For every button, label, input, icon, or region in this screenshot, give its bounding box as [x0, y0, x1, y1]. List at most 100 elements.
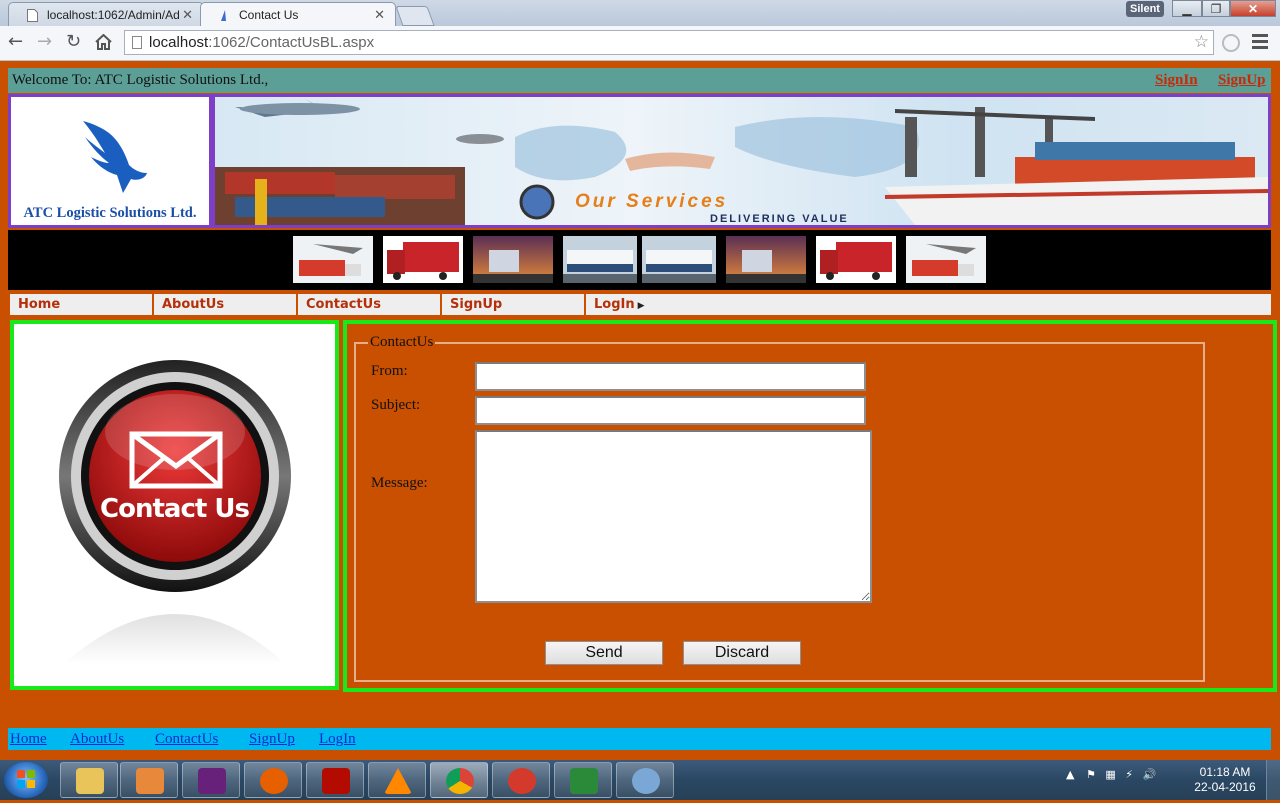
- clock-date: 22-04-2016: [1194, 780, 1256, 794]
- image-strip: [8, 230, 1271, 290]
- browser-tab-contact-us[interactable]: Contact Us ✕: [200, 2, 396, 26]
- nav-item-home[interactable]: Home: [10, 294, 152, 315]
- browser-tab-bar: localhost:1062/Admin/Ad ✕ Contact Us ✕ S…: [0, 0, 1280, 26]
- tab-title: Contact Us: [239, 8, 299, 22]
- show-desktop-button[interactable]: [1266, 760, 1280, 800]
- send-button[interactable]: Send: [545, 641, 663, 665]
- network-icon[interactable]: ▦: [1105, 768, 1115, 781]
- acrobat-icon: [322, 768, 350, 794]
- footer-link-signup[interactable]: SignUp: [249, 728, 295, 750]
- visual-studio-icon: [198, 768, 226, 794]
- url-host: localhost: [149, 34, 209, 51]
- clock-time: 01:18 AM: [1199, 765, 1251, 779]
- windows-taskbar: ▲ ⚑ ▦ ⚡ 🔊 01:18 AM 22-04-2016: [0, 760, 1280, 800]
- firefox-icon: [260, 768, 288, 794]
- contact-image-panel: Contact Us: [10, 320, 339, 690]
- subject-input[interactable]: [475, 396, 866, 425]
- services-banner: Our Services DELIVERING VALUE: [212, 94, 1271, 228]
- chrome-icon: [446, 768, 474, 794]
- close-window-button[interactable]: ✕: [1230, 0, 1276, 17]
- welcome-bar: Welcome To: ATC Logistic Solutions Ltd.,…: [8, 68, 1271, 93]
- signin-link[interactable]: SignIn: [1155, 68, 1198, 93]
- windows-logo-icon: [17, 770, 35, 788]
- thumbnail-plane-truck: [906, 236, 986, 283]
- thumbnail-sunset-truck: [726, 236, 806, 283]
- footer-link-home[interactable]: Home: [10, 728, 47, 750]
- company-logo: ATC Logistic Solutions Ltd.: [8, 94, 212, 228]
- media-player-icon: [136, 768, 164, 794]
- start-button[interactable]: [4, 762, 48, 798]
- nav-item-contactus[interactable]: ContactUs: [298, 294, 440, 315]
- message-textarea[interactable]: [475, 430, 872, 603]
- new-tab-button[interactable]: [395, 6, 435, 26]
- vlc-icon: [384, 768, 412, 794]
- bookmark-star-icon[interactable]: ☆: [1194, 31, 1209, 54]
- thumbnail-red-truck: [383, 236, 463, 283]
- subject-label: Subject:: [371, 397, 421, 413]
- browser-tab-admin[interactable]: localhost:1062/Admin/Ad ✕: [8, 2, 204, 26]
- eagle-logo-icon: [83, 121, 147, 193]
- taskbar-vlc[interactable]: [368, 762, 426, 798]
- submenu-arrow-icon: ▶: [637, 301, 645, 311]
- thumbnail-plane-truck: [293, 236, 373, 283]
- folder-icon: [76, 768, 104, 794]
- message-label: Message:: [371, 475, 428, 491]
- page-icon: [27, 9, 38, 22]
- taskbar-media-player[interactable]: [120, 762, 178, 798]
- taskbar-ccleaner[interactable]: [492, 762, 550, 798]
- extension-icon[interactable]: [1222, 34, 1240, 52]
- favicon-icon: [221, 10, 226, 21]
- system-tray: ▲ ⚑ ▦ ⚡ 🔊: [1066, 768, 1156, 781]
- signup-link[interactable]: SignUp: [1218, 68, 1266, 93]
- taskbar-acrobat[interactable]: [306, 762, 364, 798]
- taskbar-chrome[interactable]: [430, 762, 488, 798]
- user-profile-badge[interactable]: Silent: [1126, 1, 1164, 17]
- taskbar-visual-studio[interactable]: [182, 762, 240, 798]
- ccleaner-icon: [508, 768, 536, 794]
- fieldset-legend: ContactUs: [368, 334, 436, 351]
- forward-arrow-icon[interactable]: →: [37, 32, 52, 52]
- nav-item-signup[interactable]: SignUp: [442, 294, 584, 315]
- thumbnail-white-trucks: [563, 236, 637, 283]
- footer-link-login[interactable]: LogIn: [319, 728, 356, 750]
- reload-icon[interactable]: ↻: [66, 32, 81, 52]
- taskbar-sd-app[interactable]: [554, 762, 612, 798]
- volume-icon[interactable]: 🔊: [1142, 768, 1156, 781]
- discard-button[interactable]: Discard: [683, 641, 801, 665]
- minimize-button[interactable]: ▁: [1172, 0, 1202, 17]
- taskbar-explorer[interactable]: [60, 762, 118, 798]
- nav-item-aboutus[interactable]: AboutUs: [154, 294, 296, 315]
- taskbar-clock[interactable]: 01:18 AM 22-04-2016: [1190, 765, 1260, 795]
- taskbar-firefox[interactable]: [244, 762, 302, 798]
- contact-us-badge-text: Contact Us: [100, 494, 250, 524]
- flag-icon[interactable]: ⚑: [1086, 768, 1096, 781]
- back-arrow-icon[interactable]: ←: [8, 32, 23, 52]
- maximize-button[interactable]: ❐: [1202, 0, 1230, 17]
- browser-menu-icon[interactable]: [1252, 34, 1268, 52]
- welcome-text: Welcome To: ATC Logistic Solutions Ltd.,: [12, 72, 269, 88]
- sd-app-icon: [570, 768, 598, 794]
- paint-icon: [632, 768, 660, 794]
- footer-link-aboutus[interactable]: AboutUs: [70, 728, 124, 750]
- banner-tagline: DELIVERING VALUE: [710, 213, 849, 225]
- thumbnail-red-truck: [816, 236, 896, 283]
- taskbar-paint[interactable]: [616, 762, 674, 798]
- from-input[interactable]: [475, 362, 866, 391]
- tab-title: localhost:1062/Admin/Ad: [47, 8, 180, 22]
- thumbnail-white-trucks: [642, 236, 716, 283]
- footer-links: Home AboutUs ContactUs SignUp LogIn: [8, 728, 1271, 750]
- footer-link-contactus[interactable]: ContactUs: [155, 728, 218, 750]
- nav-item-login[interactable]: LogIn ▶: [586, 294, 1271, 315]
- from-label: From:: [371, 363, 408, 379]
- url-path: :1062/ContactUsBL.aspx: [208, 34, 375, 51]
- home-icon[interactable]: [95, 34, 112, 50]
- close-tab-icon[interactable]: ✕: [374, 7, 385, 23]
- close-tab-icon[interactable]: ✕: [182, 7, 193, 23]
- tray-expand-icon[interactable]: ▲: [1066, 768, 1074, 781]
- page-icon: [132, 36, 142, 49]
- power-icon[interactable]: ⚡: [1125, 768, 1133, 781]
- banner-illustration: [215, 99, 1268, 225]
- main-nav: Home AboutUs ContactUs SignUp LogIn ▶: [8, 292, 1271, 316]
- address-bar[interactable]: localhost:1062/ContactUsBL.aspx ☆: [124, 30, 1214, 55]
- thumbnail-sunset-truck: [473, 236, 553, 283]
